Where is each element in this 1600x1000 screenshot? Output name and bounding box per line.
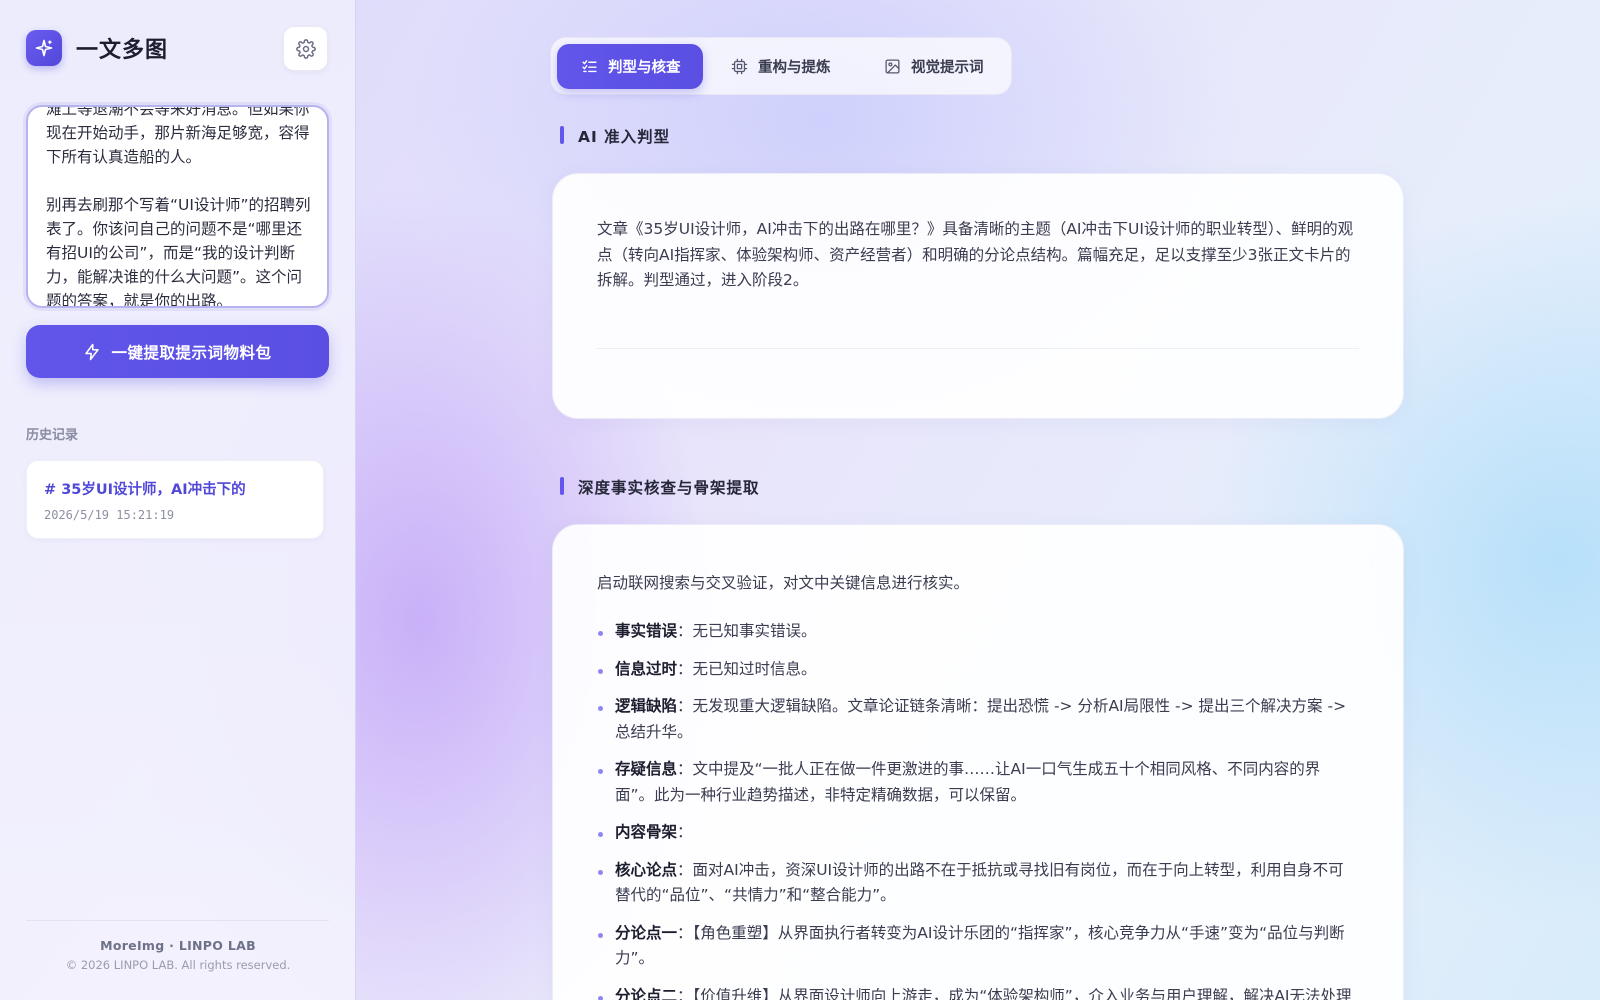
item-key: 存疑信息 [615,760,678,778]
footer-brand: MoreImg · LINPO LAB [100,938,256,953]
list-item: 分论点一：【角色重塑】从界面执行者转变为AI设计乐团的“指挥家”，核心竞争力从“… [597,921,1359,972]
list-item: 核心论点：面对AI冲击，资深UI设计师的出路不在于抵抗或寻找旧有岗位，而在于向上… [597,858,1359,909]
list-item: 分论点二：【价值升维】从界面设计师向上游走，成为“体验架构师”，介入业务与用户理… [597,984,1359,1000]
item-key: 分论点一 [615,923,678,942]
item-value: ：面对AI冲击，资深UI设计师的出路不在于抵抗或寻找旧有岗位，而在于向上转型，利… [615,860,1344,905]
item-value: ：【价值升维】从界面设计师向上游走，成为“体验架构师”，介入业务与用户理解，解决… [677,986,1352,1000]
item-key: 逻辑缺陷 [615,697,678,715]
list-item: 存疑信息：文中提及“一批人正在做一件更激进的事……让AI一口气生成五十个相同风格… [597,757,1359,808]
tab-label: 判型与核查 [608,60,681,76]
card-divider [597,348,1359,349]
list-item: 逻辑缺陷：无发现重大逻辑缺陷。文章论证链条清晰：提出恐慌 -> 分析AI局限性 … [597,694,1359,745]
article-input[interactable]: 滩上等退潮不会等来好消息。但如果你现在开始动手，那片新海足够宽，容得下所有认真造… [26,105,329,308]
extract-prompt-package-button[interactable]: 一键提取提示词物料包 [26,325,329,378]
item-value: ：【角色重塑】从界面执行者转变为AI设计乐团的“指挥家”，核心竞争力从“手速”变… [615,923,1345,968]
item-key: 分论点二 [615,986,678,1000]
section-title-judge: AI 准入判型 [560,125,670,147]
tab-judge-check[interactable]: 判型与核查 [557,44,703,89]
factcheck-card: 启动联网搜索与交叉验证，对文中关键信息进行核实。 事实错误：无已知事实错误。 信… [552,524,1404,1000]
list-item: 事实错误：无已知事实错误。 [597,619,1359,645]
app-name: 一文多图 [76,38,169,63]
lightning-icon [85,343,100,360]
sidebar: 一文多图 滩上等退潮不会等来好消息。但如果你现在开始动手，那片新海足够宽，容得下… [0,0,356,1000]
item-key: 信息过时 [615,659,678,678]
factcheck-intro: 启动联网搜索与交叉验证，对文中关键信息进行核实。 [597,574,970,592]
list-item: 信息过时：无已知过时信息。 [597,657,1359,683]
gear-icon [295,38,316,59]
article-input-text[interactable]: 滩上等退潮不会等来好消息。但如果你现在开始动手，那片新海足够宽，容得下所有认真造… [46,107,313,306]
sidebar-divider [26,920,329,921]
section-title-factcheck: 深度事实核查与骨架提取 [560,476,760,498]
item-key: 事实错误 [615,622,678,640]
brand: 一文多图 [26,30,168,66]
sparkle-logo-icon [26,30,62,66]
tab-bar: 判型与核查 重构与提炼 视觉提示词 [550,37,1012,95]
item-value: ： [677,823,693,841]
history-item-title: # 35岁UI设计师，AI冲击下的 [44,482,246,498]
checklist-icon [582,60,597,73]
history-item-time: 2026/5/19 15:21:19 [44,508,175,522]
history-item[interactable]: # 35岁UI设计师，AI冲击下的 2026/5/19 15:21:19 [26,460,324,539]
item-value: ：文中提及“一批人正在做一件更激进的事……让AI一口气生成五十个相同风格、不同内… [615,760,1321,804]
judge-result-text: 文章《35岁UI设计师，AI冲击下的出路在哪里？》具备清晰的主题（AI冲击下UI… [597,220,1354,289]
factcheck-list: 事实错误：无已知事实错误。 信息过时：无已知过时信息。 逻辑缺陷：无发现重大逻辑… [597,619,1359,1000]
extract-button-label: 一键提取提示词物料包 [111,343,272,362]
item-key: 内容骨架 [615,823,678,841]
tab-restructure-refine[interactable]: 重构与提炼 [731,44,861,89]
item-key: 核心论点 [615,860,678,879]
item-value: ：无发现重大逻辑缺陷。文章论证链条清晰：提出恐慌 -> 分析AI局限性 -> 提… [615,697,1347,741]
tab-label: 视觉提示词 [911,60,984,76]
judge-card: 文章《35岁UI设计师，AI冲击下的出路在哪里？》具备清晰的主题（AI冲击下UI… [552,173,1404,419]
cpu-icon [731,58,748,75]
tab-visual-prompt[interactable]: 视觉提示词 [884,44,1009,89]
history-title: 历史记录 [26,428,79,443]
list-item: 内容骨架： [597,820,1359,846]
item-value: ：无已知事实错误。 [677,622,817,640]
tab-label: 重构与提炼 [758,60,831,76]
item-value: ：无已知过时信息。 [677,659,817,678]
image-icon [885,59,900,74]
settings-button[interactable] [283,26,328,71]
footer-copyright: © 2026 LINPO LAB. All rights reserved. [65,958,291,972]
